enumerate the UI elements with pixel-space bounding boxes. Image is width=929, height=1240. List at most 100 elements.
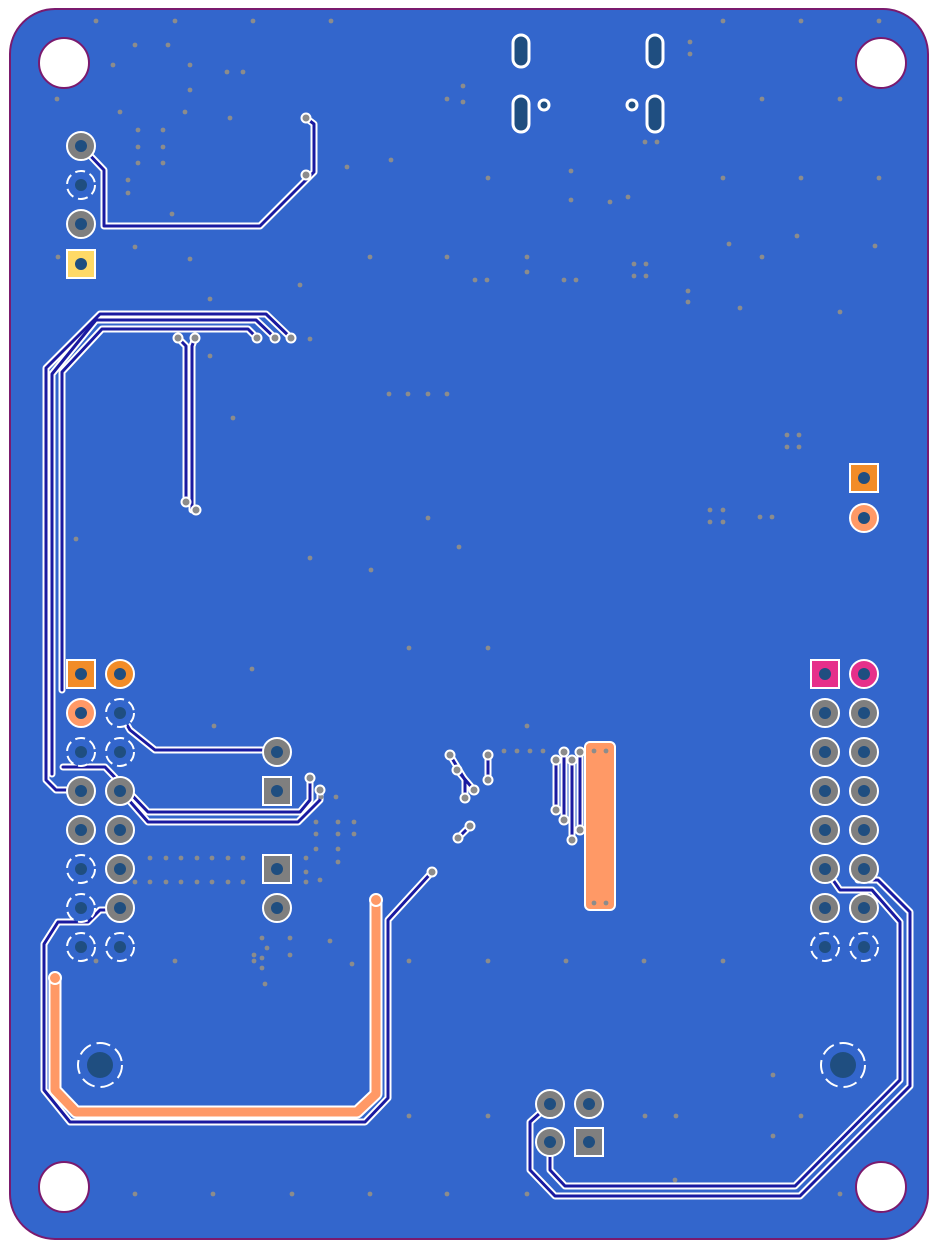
slot-hole-right bbox=[625, 98, 639, 112]
round-pad bbox=[105, 893, 135, 923]
stitching-via bbox=[160, 127, 166, 133]
via bbox=[180, 496, 192, 508]
stitching-via bbox=[230, 415, 236, 421]
stitching-via bbox=[147, 855, 153, 861]
pad-drill bbox=[75, 258, 87, 270]
round-pad bbox=[849, 737, 879, 767]
pad-drill bbox=[114, 668, 126, 680]
pad-drill bbox=[858, 746, 870, 758]
pad-drill bbox=[114, 707, 126, 719]
stitching-via bbox=[720, 958, 726, 964]
stitching-via bbox=[259, 935, 265, 941]
stitching-via bbox=[643, 261, 649, 267]
stitching-via bbox=[187, 256, 193, 262]
stitching-via bbox=[568, 168, 574, 174]
stitching-via bbox=[117, 109, 123, 115]
pad-drill bbox=[819, 863, 831, 875]
pad-drill bbox=[819, 668, 831, 680]
stitching-via bbox=[642, 139, 648, 145]
stitching-via bbox=[251, 958, 257, 964]
stitching-via bbox=[654, 139, 660, 145]
via bbox=[558, 746, 570, 758]
stitching-via bbox=[425, 391, 431, 397]
stitching-via bbox=[573, 277, 579, 283]
pad-drill bbox=[75, 746, 87, 758]
stitching-via bbox=[759, 96, 765, 102]
stitching-via bbox=[687, 51, 693, 57]
stitching-via bbox=[456, 544, 462, 550]
pad-drill bbox=[75, 140, 87, 152]
pad-drill bbox=[858, 941, 870, 953]
slot-1 bbox=[511, 33, 531, 69]
stitching-via bbox=[194, 855, 200, 861]
mounting-hole-top-left bbox=[38, 37, 90, 89]
stitching-via bbox=[172, 18, 178, 24]
stitching-via bbox=[405, 391, 411, 397]
stitching-via bbox=[603, 748, 609, 754]
via bbox=[300, 112, 312, 124]
stitching-via bbox=[160, 160, 166, 166]
stitching-via bbox=[460, 99, 466, 105]
pad-drill bbox=[583, 1098, 595, 1110]
round-pad bbox=[262, 893, 292, 923]
round-pad bbox=[66, 932, 96, 962]
stitching-via bbox=[444, 1191, 450, 1197]
stitching-via bbox=[876, 175, 882, 181]
stitching-via bbox=[707, 507, 713, 513]
stitching-via bbox=[794, 233, 800, 239]
stitching-via bbox=[210, 1191, 216, 1197]
stitching-via bbox=[720, 175, 726, 181]
stitching-via bbox=[132, 879, 138, 885]
round-pad bbox=[105, 932, 135, 962]
via bbox=[251, 332, 263, 344]
via bbox=[574, 746, 586, 758]
stitching-via bbox=[313, 846, 319, 852]
stitching-via bbox=[335, 846, 341, 852]
round-pad bbox=[849, 659, 879, 689]
stitching-via bbox=[603, 900, 609, 906]
stitching-via bbox=[307, 555, 313, 561]
square-pad bbox=[574, 1127, 604, 1157]
stitching-via bbox=[524, 1191, 530, 1197]
stitching-via bbox=[211, 723, 217, 729]
stitching-via bbox=[187, 87, 193, 93]
pad-drill bbox=[75, 824, 87, 836]
round-pad bbox=[810, 854, 840, 884]
pad-drill bbox=[114, 785, 126, 797]
round-pad bbox=[849, 776, 879, 806]
round-pad bbox=[810, 893, 840, 923]
pad-drill bbox=[819, 707, 831, 719]
stitching-via bbox=[303, 879, 309, 885]
round-pad bbox=[849, 893, 879, 923]
stitching-via bbox=[303, 869, 309, 875]
pad-drill bbox=[75, 218, 87, 230]
round-pad bbox=[66, 170, 96, 200]
pad-drill bbox=[75, 902, 87, 914]
stitching-via bbox=[568, 197, 574, 203]
round-pad bbox=[810, 776, 840, 806]
stitching-via bbox=[770, 1133, 776, 1139]
stitching-via bbox=[425, 515, 431, 521]
via bbox=[452, 832, 464, 844]
round-pad bbox=[105, 698, 135, 728]
stitching-via bbox=[720, 507, 726, 513]
pad-drill bbox=[858, 668, 870, 680]
stitching-via bbox=[406, 1113, 412, 1119]
stitching-via bbox=[759, 254, 765, 260]
stitching-via bbox=[187, 62, 193, 68]
round-pad bbox=[105, 659, 135, 689]
stitching-via bbox=[784, 444, 790, 450]
stitching-via bbox=[328, 18, 334, 24]
stitching-via bbox=[485, 175, 491, 181]
stitching-via bbox=[720, 18, 726, 24]
stitching-via bbox=[147, 879, 153, 885]
stitching-via bbox=[368, 567, 374, 573]
round-pad bbox=[849, 815, 879, 845]
pad-drill bbox=[819, 746, 831, 758]
stitching-via bbox=[240, 69, 246, 75]
stitching-via bbox=[303, 855, 309, 861]
stitching-via bbox=[367, 254, 373, 260]
via bbox=[269, 332, 281, 344]
slot-3 bbox=[511, 94, 531, 134]
via bbox=[550, 754, 562, 766]
